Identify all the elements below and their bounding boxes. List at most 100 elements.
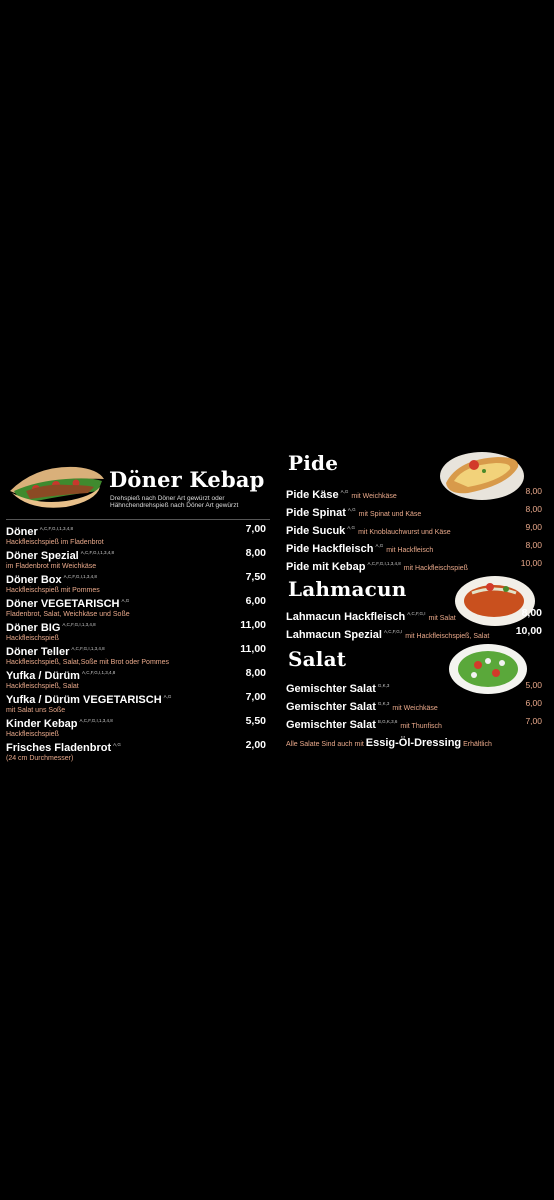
item-name: Pide mit Kebap (286, 561, 366, 573)
doner-title: Döner Kebap (109, 467, 265, 492)
item-name: Lahmacun Spezial (286, 629, 382, 641)
item-description: mit Hackfleischspieß (403, 565, 468, 572)
menu-item: Kinder Kebap A,C,F,G,I,1,3,4,8 5,50 Hackf… (6, 715, 270, 739)
item-description: Hackfleischspieß, Salat,Soße mit Brot od… (6, 659, 170, 666)
item-name: Döner Box (6, 574, 62, 586)
allergen-codes: A,C,F,G,I,1,3,4,8 (71, 646, 105, 651)
item-price: 11,00 (240, 619, 266, 631)
item-description: mit Thunfisch (400, 723, 442, 730)
allergen-codes: G,K,3 (377, 683, 390, 688)
divider (6, 519, 270, 520)
allergen-codes: A,C,F,G,I,1,3,4,8 (80, 550, 115, 555)
item-name: Döner Spezial (6, 550, 79, 562)
pide-list: Pide Käse A,Gmit Weichkäse 8,00 Pide Spin… (286, 485, 548, 575)
allergen-codes: A,C,F,G,I,1,3,4,8 (63, 574, 97, 579)
menu-board: Döner Kebap Drehspieß nach Döner Art gew… (0, 451, 554, 762)
item-price: 8,00 (245, 547, 266, 559)
allergen-codes: G,K,3 (377, 701, 390, 706)
item-price: 7,00 (245, 523, 266, 535)
allergen-codes: B,G,K,3,6 (377, 719, 398, 724)
item-price: 5,50 (245, 715, 266, 727)
item-description: Hackfleischspieß, Salat (6, 683, 79, 690)
item-price: 6,00 (525, 698, 542, 708)
menu-item: Pide Sucuk A,Gmit Knoblauchwurst und Käse… (286, 521, 548, 539)
item-name: Döner Teller (6, 646, 70, 658)
lahmacun-title: Lahmacun (288, 577, 407, 601)
menu-item: Gemischter Salat G,K,3mit Weichkäse 6,00 (286, 697, 548, 715)
allergen-codes: A,C,F,G,I,1,3,4,8 (79, 718, 113, 723)
allergen-codes: A,C,F,G,I (383, 629, 403, 634)
item-price: 8,00 (245, 667, 266, 679)
item-description: mit Hackfleischspieß, Salat (405, 633, 490, 640)
doner-subtitle-line1: Drehspieß nach Döner Art gewürzt oder (110, 495, 225, 502)
allergen-codes: A,G (347, 507, 356, 512)
menu-item: Pide Spinat A,Gmit Spinat und Käse 8,00 (286, 503, 548, 521)
note-suffix: Erhältlich (463, 741, 492, 748)
menu-item: Lahmacun Spezial A,C,F,G,Imit Hackfleisch… (286, 625, 548, 643)
item-price: 9,00 (525, 522, 542, 532)
item-name: Döner VEGETARISCH (6, 598, 120, 610)
doner-kebap-section: Döner Kebap Drehspieß nach Döner Art gew… (6, 455, 270, 763)
allergen-codes: A,G (163, 694, 172, 699)
doner-header: Döner Kebap Drehspieß nach Döner Art gew… (6, 455, 270, 517)
salat-title: Salat (288, 647, 347, 671)
menu-item: Pide mit Kebap A,C,F,G,I,1,3,4,8mit Hackf… (286, 557, 548, 575)
menu-item: Pide Hackfleisch A,Gmit Hackfleisch 8,00 (286, 539, 548, 557)
doner-subtitle: Drehspieß nach Döner Art gewürzt oder Hä… (110, 495, 238, 509)
item-name: Gemischter Salat (286, 683, 376, 695)
item-name: Pide Hackfleisch (286, 543, 374, 555)
menu-item: Döner VEGETARISCH A,G 6,00 Fladenbrot, Sa… (6, 595, 270, 619)
item-name: Gemischter Salat (286, 701, 376, 713)
menu-item: Frisches Fladenbrot A,G 2,00 (24 cm Durch… (6, 739, 270, 763)
doner-subtitle-line2: Hähnchendrehspieß nach Döner Art gewürzt (110, 502, 239, 509)
item-description: Hackfleischspieß (6, 731, 59, 738)
item-description: Hackfleischspieß (6, 635, 59, 642)
item-name: Gemischter Salat (286, 719, 376, 731)
menu-item: Döner Box A,C,F,G,I,1,3,4,8 7,50 Hackflei… (6, 571, 270, 595)
menu-item: Döner A,C,F,G,I,1,3,4,8 7,00 Hackfleischs… (6, 523, 270, 547)
salat-list: Gemischter Salat G,K,3 5,00 Gemischter Sa… (286, 679, 548, 749)
item-description: mit Salat (428, 615, 456, 622)
allergen-codes: A,G (347, 525, 356, 530)
item-price: 8,00 (525, 504, 542, 514)
item-price: 7,00 (245, 691, 266, 703)
allergen-codes: A,G (375, 543, 384, 548)
menu-item: Lahmacun Hackfleisch A,C,F,G,Imit Salat 8… (286, 607, 548, 625)
item-price: 11,00 (240, 643, 266, 655)
item-description: mit Weichkäse (351, 493, 397, 500)
item-name: Yufka / Dürüm VEGETARISCH (6, 694, 162, 706)
item-price: 2,00 (245, 739, 266, 751)
item-name: Yufka / Dürüm (6, 670, 80, 682)
menu-item: Pide Käse A,Gmit Weichkäse 8,00 (286, 485, 548, 503)
item-description: Hackfleischspieß im Fladenbrot (6, 539, 104, 546)
item-name: Lahmacun Hackfleisch (286, 611, 406, 623)
item-description: (24 cm Durchmesser) (6, 755, 74, 762)
pide-title: Pide (288, 451, 339, 475)
item-name: Pide Spinat (286, 507, 346, 519)
doner-sandwich-image (10, 466, 104, 508)
item-name: Pide Sucuk (286, 525, 346, 537)
item-name: Kinder Kebap (6, 718, 78, 730)
allergen-codes: A,C,F,G,I,1,3,4,8 (367, 561, 401, 566)
allergen-codes: A,G (121, 598, 130, 603)
allergen-codes: A,G (340, 489, 349, 494)
item-price: 7,50 (245, 571, 266, 583)
menu-item: Döner Teller A,C,F,G,I,1,3,4,8 11,00 Hack… (6, 643, 270, 667)
item-name: Frisches Fladenbrot (6, 742, 112, 754)
salat-header: Salat (286, 644, 548, 694)
item-price: 8,00 (521, 607, 542, 619)
item-price: 10,00 (515, 625, 542, 637)
item-price: 7,00 (525, 716, 542, 726)
item-price: 8,00 (525, 540, 542, 550)
item-price: 5,00 (525, 680, 542, 690)
allergen-codes: A,C,F,G,I,1,3,4,8 (39, 526, 74, 531)
allergen-codes: A,G (113, 742, 121, 747)
item-name: Pide Käse (286, 489, 339, 501)
allergen-codes: A,C,F,G,I,1,3,4,8 (81, 670, 116, 675)
item-description: im Fladenbrot mit Weichkäse (6, 563, 97, 570)
note-prefix: Alle Salate Sind auch mit (286, 741, 364, 748)
item-description: mit Hackfleisch (386, 547, 434, 554)
allergen-codes: A,C,F,G,I,1,3,4,8 (62, 622, 96, 627)
item-description: Hackfleischspieß mit Pommes (6, 587, 100, 594)
item-price: 8,00 (525, 486, 542, 496)
